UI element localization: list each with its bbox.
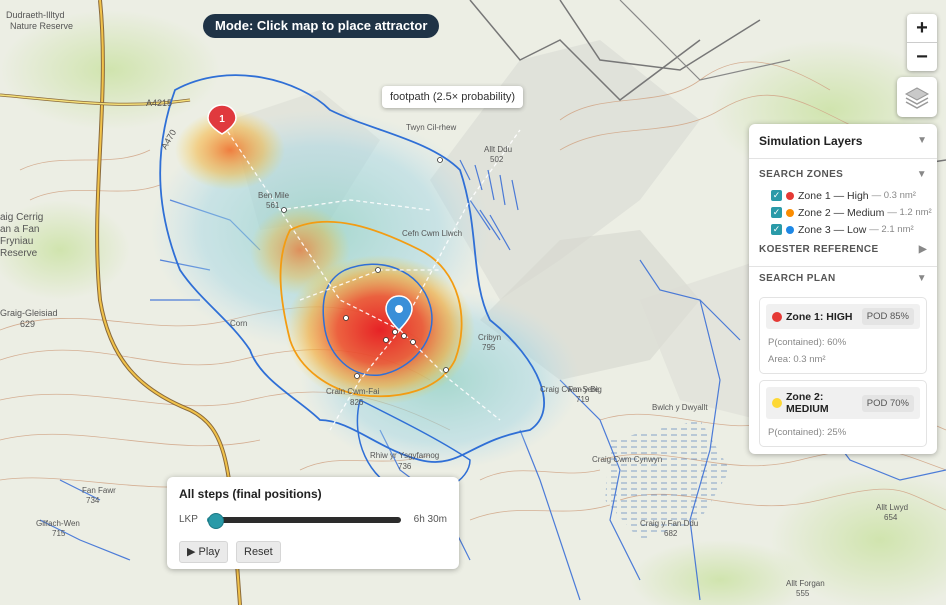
svg-text:Nature Reserve: Nature Reserve — [10, 21, 73, 31]
svg-text:Fryniau: Fryniau — [0, 236, 33, 247]
svg-text:719: 719 — [576, 395, 590, 404]
timeline-start-label: LKP — [179, 514, 198, 525]
zone-label: Zone 3 — Low — [798, 223, 867, 236]
svg-text:Craig Cwm-Sere: Craig Cwm-Sere — [540, 385, 600, 394]
chevron-down-icon: ▼ — [917, 135, 927, 146]
plan-card-header: Zone 2: MEDIUM POD 70% — [766, 387, 920, 419]
svg-text:795: 795 — [482, 343, 496, 352]
plan-card-zone-1[interactable]: Zone 1: HIGH POD 85% P(contained): 60% A… — [759, 297, 927, 374]
search-zones-section-header[interactable]: SEARCH ZONES ▼ — [749, 163, 937, 187]
search-plan-section-header[interactable]: SEARCH PLAN ▼ — [749, 267, 937, 291]
svg-text:Allt Lwyd: Allt Lwyd — [876, 503, 908, 512]
svg-text:aig Cerrig: aig Cerrig — [0, 212, 43, 223]
layers-icon — [904, 87, 930, 109]
zone-label: Zone 1 — High — [798, 189, 869, 202]
play-button[interactable]: ▶ Play — [179, 541, 228, 563]
zoom-in-button[interactable]: + — [907, 14, 937, 42]
svg-text:Craig y Fan Ddu: Craig y Fan Ddu — [640, 519, 698, 528]
zone-color-dot — [786, 191, 794, 200]
svg-text:Gilfach-Wen: Gilfach-Wen — [36, 519, 80, 528]
zone-area: — 0.3 nm² — [871, 190, 916, 201]
timeline-slider[interactable] — [207, 513, 401, 529]
plan-card-contained: P(contained): 60% — [768, 337, 847, 348]
attractor-marker-number: 1 — [219, 114, 225, 125]
svg-text:A4215: A4215 — [146, 98, 172, 108]
svg-text:Allt Ddu: Allt Ddu — [484, 145, 512, 154]
svg-text:502: 502 — [490, 155, 504, 164]
svg-text:Cefn Cwm Llwch: Cefn Cwm Llwch — [402, 229, 462, 238]
plan-card-zone-2[interactable]: Zone 2: MEDIUM POD 70% P(contained): 25% — [759, 380, 927, 447]
zone-color-dot — [786, 225, 794, 234]
svg-text:Reserve: Reserve — [0, 248, 38, 259]
mode-banner: Mode: Click map to place attractor — [203, 14, 440, 38]
zone-toggle-1[interactable]: ✓ Zone 1 — High — 0.3 nm² — [749, 187, 937, 204]
layers-button[interactable] — [897, 77, 937, 117]
search-zones-heading: SEARCH ZONES — [759, 169, 844, 180]
svg-text:Fan Fawr: Fan Fawr — [82, 486, 116, 495]
svg-text:734: 734 — [86, 496, 100, 505]
svg-text:Rhiw yr Ysgyfarnog: Rhiw yr Ysgyfarnog — [370, 451, 439, 460]
svg-text:Corn: Corn — [230, 319, 247, 328]
simulation-layers-panel: Simulation Layers ▼ SEARCH ZONES ▼ ✓ Zon… — [749, 124, 937, 454]
pod-badge: POD 70% — [861, 394, 914, 412]
svg-text:555: 555 — [796, 589, 810, 598]
plan-card-contained: P(contained): 25% — [768, 427, 847, 438]
plan-card-title: Zone 2: MEDIUM — [786, 391, 829, 415]
pod-badge: POD 85% — [861, 308, 914, 325]
svg-text:715: 715 — [52, 529, 66, 538]
reset-button[interactable]: Reset — [236, 541, 281, 563]
svg-text:682: 682 — [664, 529, 678, 538]
checkbox-checked-icon[interactable]: ✓ — [771, 190, 782, 201]
zone-area: — 2.1 nm² — [869, 224, 914, 235]
svg-text:Crain Cwm-Fai: Crain Cwm-Fai — [326, 387, 380, 396]
svg-text:Cribyn: Cribyn — [478, 333, 501, 342]
map-tooltip: footpath (2.5× probability) — [382, 86, 524, 108]
panel-title: Simulation Layers — [759, 134, 863, 148]
koester-heading: KOESTER REFERENCE — [759, 244, 879, 255]
svg-text:Bwlch y Dwyallt: Bwlch y Dwyallt — [652, 403, 708, 412]
svg-text:654: 654 — [884, 513, 898, 522]
panel-header[interactable]: Simulation Layers ▼ — [749, 124, 937, 159]
plan-card-title: Zone 1: HIGH — [786, 310, 853, 323]
plan-card-area: Area: 0.3 nm² — [768, 354, 826, 365]
chevron-right-icon: ▶ — [918, 244, 927, 255]
svg-text:Dudraeth-Illtyd: Dudraeth-Illtyd — [6, 10, 65, 20]
svg-text:736: 736 — [398, 462, 412, 471]
timeline-end-label: 6h 30m — [413, 514, 447, 525]
zone-area: — 1.2 nm² — [887, 207, 932, 218]
chevron-down-icon: ▼ — [916, 169, 927, 180]
svg-text:826: 826 — [350, 398, 364, 407]
svg-text:Ben Mile: Ben Mile — [258, 191, 290, 200]
zoom-out-button[interactable]: − — [907, 42, 937, 71]
zoom-control: + − — [907, 14, 937, 71]
zone-color-dot — [772, 311, 782, 322]
checkbox-checked-icon[interactable]: ✓ — [771, 224, 782, 235]
timeline-title: All steps (final positions) — [179, 487, 322, 501]
svg-text:Allt Forgan: Allt Forgan — [786, 579, 825, 588]
zone-toggle-3[interactable]: ✓ Zone 3 — Low — 2.1 nm² — [749, 221, 937, 238]
chevron-down-icon: ▼ — [916, 273, 927, 284]
svg-text:an a Fan: an a Fan — [0, 224, 39, 235]
timeline-slider-thumb[interactable] — [207, 513, 224, 529]
zone-toggle-2[interactable]: ✓ Zone 2 — Medium — 1.2 nm² — [749, 204, 937, 221]
timeline-panel: All steps (final positions) LKP 6h 30m ▶… — [167, 477, 459, 569]
svg-text:Twyn Cil-rhew: Twyn Cil-rhew — [406, 123, 456, 132]
plan-card-header: Zone 1: HIGH POD 85% — [766, 304, 920, 329]
svg-text:629: 629 — [20, 319, 35, 329]
svg-text:Craig Cwm Cynwyn: Craig Cwm Cynwyn — [592, 455, 662, 464]
koester-section-header[interactable]: KOESTER REFERENCE ▶ — [749, 238, 937, 262]
svg-text:Graig-Gleisiad: Graig-Gleisiad — [0, 308, 58, 318]
search-plan-heading: SEARCH PLAN — [759, 273, 836, 284]
zone-color-dot — [786, 208, 794, 217]
svg-text:561: 561 — [266, 201, 280, 210]
zone-color-dot — [772, 398, 782, 408]
checkbox-checked-icon[interactable]: ✓ — [771, 207, 782, 218]
zone-label: Zone 2 — Medium — [798, 206, 885, 219]
